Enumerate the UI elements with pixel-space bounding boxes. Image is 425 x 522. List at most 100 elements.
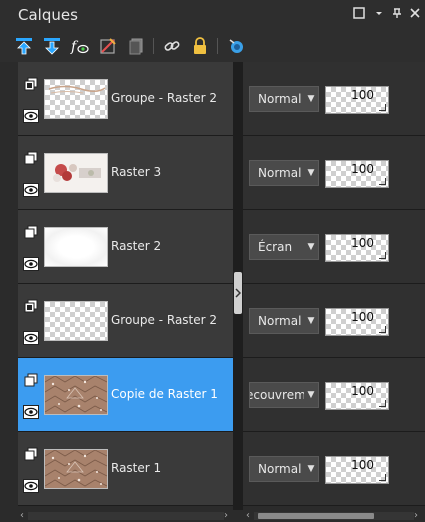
layer-properties: Normal ▼ 100 (243, 136, 425, 209)
blend-mode-select[interactable]: Écran ▼ (249, 234, 319, 260)
layer-group-icon[interactable] (24, 298, 38, 313)
layer-row[interactable]: Raster 3 Normal ▼ 100 (18, 136, 425, 210)
layer-thumbnail (44, 375, 108, 415)
opacity-value: 100 (351, 384, 374, 398)
chevron-down-icon[interactable]: ▼ (304, 457, 318, 481)
resize-grip-icon[interactable] (379, 104, 386, 111)
layer-properties: Écran ▼ 100 (243, 210, 425, 283)
panel-titlebar: Calques (0, 0, 425, 30)
layer-row[interactable]: Groupe - Raster 2 Normal ▼ 100 (18, 284, 425, 358)
chevron-down-icon[interactable]: ▼ (304, 87, 318, 111)
layers-list: Groupe - Raster 2 Normal ▼ 100 Raster 3 … (0, 62, 425, 510)
duplicate-layer-icon[interactable] (126, 36, 146, 56)
raster-layer-icon[interactable] (24, 446, 38, 461)
chevron-down-icon[interactable]: ▼ (304, 309, 318, 333)
layer-info[interactable]: Groupe - Raster 2 (18, 62, 233, 135)
visibility-eye-icon[interactable] (23, 404, 39, 419)
opacity-slider[interactable]: 100 (325, 308, 389, 336)
panel-title: Calques (18, 6, 78, 24)
pin-icon[interactable] (390, 7, 404, 21)
resize-grip-icon[interactable] (379, 400, 386, 407)
layer-row[interactable]: Groupe - Raster 2 Normal ▼ 100 (18, 62, 425, 136)
layer-info[interactable]: Raster 3 (18, 136, 233, 209)
lock-layer-icon[interactable] (190, 36, 210, 56)
blend-mode-select[interactable]: Normal ▼ (249, 160, 319, 186)
opacity-slider[interactable]: 100 (325, 456, 389, 484)
layer-properties: Normal ▼ 100 (243, 62, 425, 135)
raster-layer-icon[interactable] (24, 372, 38, 387)
opacity-value: 100 (351, 88, 374, 102)
close-icon[interactable] (408, 7, 422, 21)
blend-mode-value: Normal (258, 92, 302, 106)
delete-layer-icon[interactable] (98, 36, 118, 56)
scroll-thumb[interactable] (258, 513, 374, 519)
layer-thumbnail (44, 227, 108, 267)
layer-thumbnail (44, 153, 108, 193)
raster-layer-icon[interactable] (24, 150, 38, 165)
layer-row[interactable]: Raster 2 Écran ▼ 100 (18, 210, 425, 284)
opacity-slider[interactable]: 100 (325, 234, 389, 262)
maximize-icon[interactable] (352, 7, 366, 21)
resize-grip-icon[interactable] (379, 252, 386, 259)
blend-mode-value: Normal (258, 166, 302, 180)
horizontal-scrollbar[interactable]: ‹ › ‹ › (0, 510, 425, 522)
layer-name: Raster 2 (111, 239, 162, 253)
visibility-eye-icon[interactable] (23, 108, 39, 123)
blend-mode-value: Normal (258, 314, 302, 328)
svg-text:f: f (70, 39, 79, 55)
resize-grip-icon[interactable] (379, 326, 386, 333)
layer-group-icon[interactable] (24, 76, 38, 91)
move-layer-up-icon[interactable] (14, 36, 34, 56)
opacity-slider[interactable]: 100 (325, 160, 389, 188)
layer-thumbnail (44, 301, 108, 341)
link-layer-icon[interactable] (162, 36, 182, 56)
opacity-value: 100 (351, 236, 374, 250)
chevron-down-icon[interactable]: ▼ (304, 235, 318, 259)
visibility-eye-icon[interactable] (23, 182, 39, 197)
scroll-right-arrow-icon[interactable]: › (414, 510, 418, 522)
scroll-left-arrow-icon[interactable]: ‹ (20, 510, 24, 522)
layer-thumbnail (44, 79, 108, 119)
raster-layer-icon[interactable] (24, 224, 38, 239)
toolbar-separator (217, 38, 218, 54)
blend-mode-select[interactable]: Normal ▼ (249, 456, 319, 482)
layer-info[interactable]: Groupe - Raster 2 (18, 284, 233, 357)
layer-row[interactable]: Copie de Raster 1 ecouvreme ▼ 100 (18, 358, 425, 432)
chevron-down-icon[interactable]: ▼ (304, 161, 318, 185)
layer-properties: Normal ▼ 100 (243, 284, 425, 357)
blend-mode-select[interactable]: Normal ▼ (249, 86, 319, 112)
resize-grip-icon[interactable] (379, 474, 386, 481)
scroll-left-arrow-icon[interactable]: ‹ (246, 510, 250, 522)
layer-name: Copie de Raster 1 (111, 387, 218, 401)
layer-row[interactable]: Raster 1 Normal ▼ 100 (18, 432, 425, 506)
row-divider (18, 505, 425, 506)
layer-info[interactable]: Copie de Raster 1 (18, 358, 233, 431)
layers-toolbar: f (0, 30, 425, 62)
resize-grip-icon[interactable] (379, 178, 386, 185)
layer-name: Raster 1 (111, 461, 162, 475)
visibility-eye-icon[interactable] (23, 478, 39, 493)
toolbar-separator (153, 38, 154, 54)
scroll-track[interactable] (28, 512, 224, 520)
opacity-value: 100 (351, 458, 374, 472)
layer-thumbnail (44, 449, 108, 489)
opacity-value: 100 (351, 162, 374, 176)
blend-mode-value: Normal (258, 462, 302, 476)
opacity-value: 100 (351, 310, 374, 324)
layer-info[interactable]: Raster 2 (18, 210, 233, 283)
blend-mode-select[interactable]: Normal ▼ (249, 308, 319, 334)
scroll-right-arrow-icon[interactable]: › (224, 510, 228, 522)
palette-icon[interactable] (226, 36, 246, 56)
move-layer-down-icon[interactable] (42, 36, 62, 56)
opacity-slider[interactable]: 100 (325, 86, 389, 114)
opacity-slider[interactable]: 100 (325, 382, 389, 410)
edit-effects-icon[interactable]: f (70, 36, 90, 56)
chevron-down-icon[interactable]: ▼ (304, 383, 318, 407)
layer-properties: Normal ▼ 100 (243, 432, 425, 505)
splitter-handle[interactable] (234, 272, 242, 314)
visibility-eye-icon[interactable] (23, 330, 39, 345)
layer-info[interactable]: Raster 1 (18, 432, 233, 505)
visibility-eye-icon[interactable] (23, 256, 39, 271)
blend-mode-select[interactable]: ecouvreme ▼ (249, 382, 319, 408)
dropdown-icon[interactable] (372, 7, 386, 21)
